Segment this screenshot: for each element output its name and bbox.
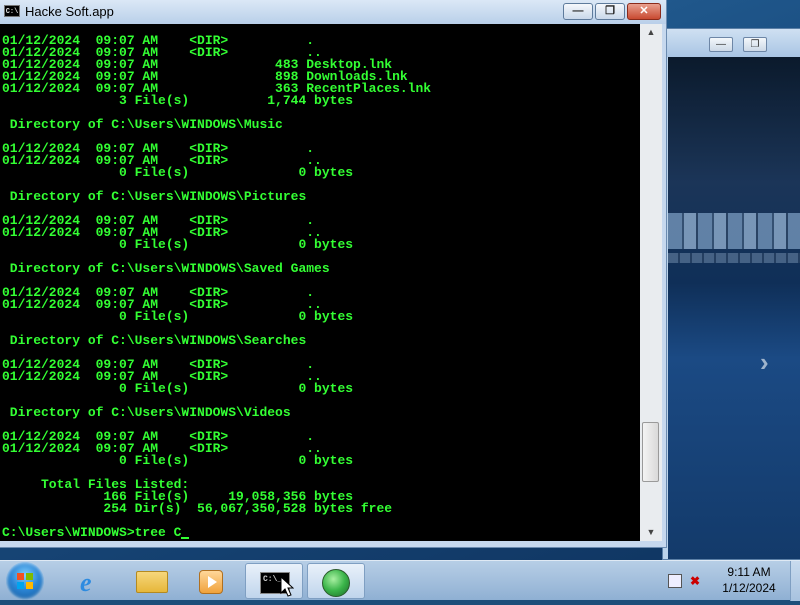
thumbnail-row (668, 253, 800, 263)
media-center-icon (322, 569, 350, 597)
terminal-lines: 01/12/2024 09:07 AM <DIR> . 01/12/2024 09… (2, 34, 431, 540)
clock-time: 9:11 AM (727, 565, 771, 579)
terminal-output[interactable]: 01/12/2024 09:07 AM <DIR> . 01/12/2024 09… (0, 24, 640, 541)
terminal-line: Directory of C:\Users\WINDOWS\Pictures (2, 189, 307, 204)
terminal-line: 0 File(s) 0 bytes (2, 165, 354, 180)
terminal-line: 0 File(s) 0 bytes (2, 237, 354, 252)
ie-icon: e (80, 568, 92, 597)
background-window-titlebar[interactable]: — ❐ (663, 29, 800, 57)
terminal-line: 0 File(s) 0 bytes (2, 309, 354, 324)
taskbar-media-player[interactable] (182, 563, 240, 599)
taskbar-command-prompt[interactable]: C:\_ (245, 563, 303, 599)
terminal-line: 0 File(s) 0 bytes (2, 453, 354, 468)
window-titlebar[interactable]: C:\ Hacke Soft.app — ❐ ✕ (0, 0, 666, 24)
media-player-icon (199, 570, 223, 594)
background-maximize-button[interactable]: ❐ (743, 37, 767, 52)
terminal-line: 0 File(s) 0 bytes (2, 381, 354, 396)
taskbar: e C:\_ ✖ 9:11 AM 1/12/2024 (0, 560, 800, 601)
windows-logo-icon (17, 573, 33, 589)
maximize-button[interactable]: ❐ (595, 3, 625, 20)
window-title: Hacke Soft.app (25, 4, 114, 19)
clock[interactable]: 9:11 AM 1/12/2024 (713, 564, 785, 596)
show-desktop-button[interactable] (790, 561, 800, 601)
terminal-line: Directory of C:\Users\WINDOWS\Music (2, 117, 283, 132)
thumbnail-strip (668, 213, 800, 249)
background-minimize-button[interactable]: — (709, 37, 733, 52)
command-prompt-line[interactable]: C:\Users\WINDOWS>tree C (2, 525, 431, 540)
console-window[interactable]: C:\ Hacke Soft.app — ❐ ✕ 01/12/2024 09:0… (0, 0, 667, 548)
scrollbar-thumb[interactable] (642, 421, 659, 482)
background-window[interactable]: — ❐ › (662, 28, 800, 560)
vertical-scrollbar[interactable]: ▲ ▼ (640, 24, 662, 541)
background-window-content: › (668, 57, 800, 559)
cmd-window-icon[interactable]: C:\ (4, 5, 20, 17)
terminal-line: Directory of C:\Users\WINDOWS\Saved Game… (2, 261, 330, 276)
terminal-line: 3 File(s) 1,744 bytes (2, 93, 354, 108)
text-cursor (181, 537, 190, 539)
taskbar-windows-explorer[interactable] (122, 563, 180, 599)
taskbar-internet-explorer[interactable]: e (62, 563, 120, 599)
taskbar-media-center[interactable] (307, 563, 365, 599)
terminal-line: Directory of C:\Users\WINDOWS\Searches (2, 333, 307, 348)
prompt-text: C:\Users\WINDOWS> (2, 525, 135, 540)
start-button[interactable] (6, 562, 44, 600)
close-button[interactable]: ✕ (627, 3, 661, 20)
terminal-line: Directory of C:\Users\WINDOWS\Videos (2, 405, 291, 420)
volume-muted-icon[interactable]: ✖ (690, 574, 706, 590)
mouse-cursor-icon (280, 576, 294, 597)
folder-icon (136, 571, 168, 593)
minimize-button[interactable]: — (563, 3, 593, 20)
scroll-up-arrow-icon[interactable]: ▲ (640, 24, 662, 41)
next-arrow-icon[interactable]: › (760, 347, 769, 378)
command-input[interactable]: tree C (135, 525, 182, 540)
terminal-line: 254 Dir(s) 56,067,350,528 bytes free (2, 501, 393, 516)
clock-date: 1/12/2024 (722, 581, 776, 595)
scroll-down-arrow-icon[interactable]: ▼ (640, 524, 662, 541)
network-icon[interactable] (668, 574, 682, 588)
